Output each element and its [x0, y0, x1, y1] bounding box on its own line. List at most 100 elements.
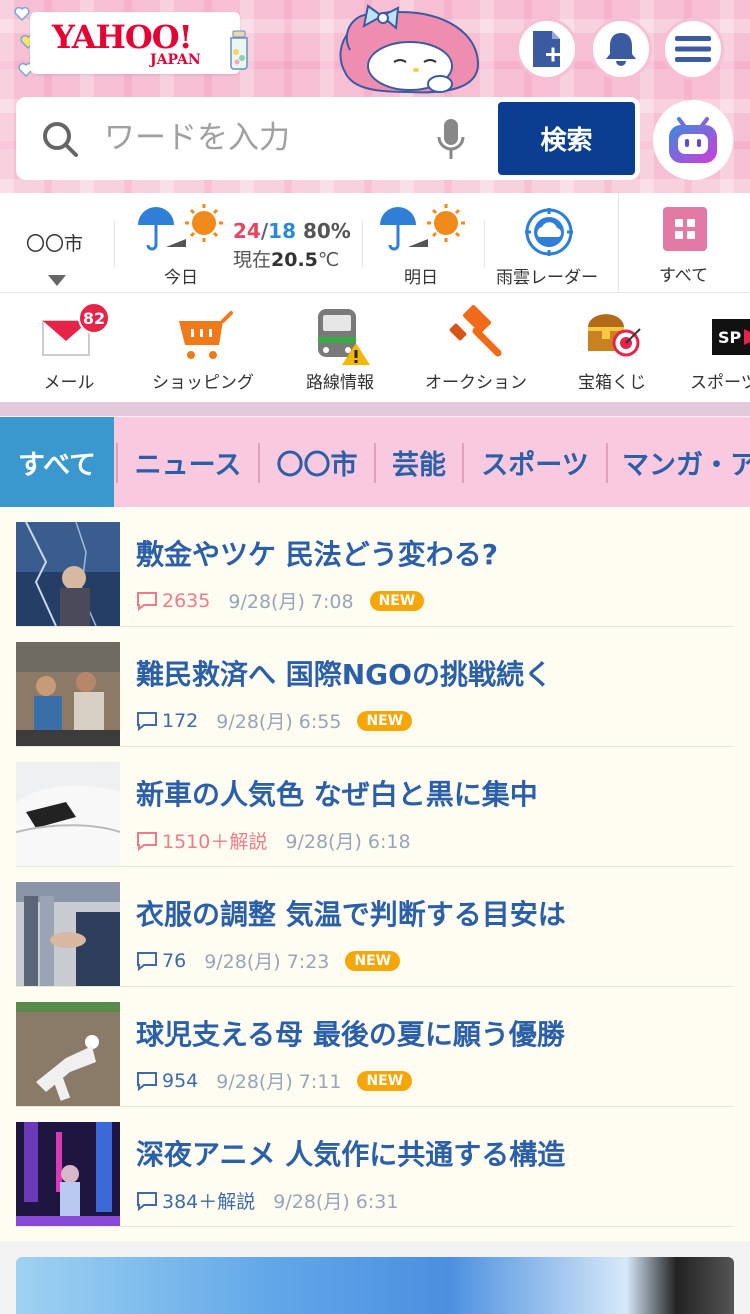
search-icon: [43, 122, 78, 157]
tab-entertainment[interactable]: 芸能: [376, 417, 462, 507]
news-title: 新車の人気色 なぜ白と黒に集中: [136, 778, 538, 811]
heart-decoration-icon: [14, 6, 30, 22]
news-meta: 384＋解説 9/28(月) 6:31: [136, 1187, 398, 1214]
tab-city[interactable]: 〇〇市: [260, 417, 374, 507]
service-label: ショッピング: [152, 373, 254, 393]
comment-value: 954: [162, 1069, 199, 1092]
shopping-cart-icon: [179, 311, 233, 359]
comment-count: 384＋解説: [136, 1187, 255, 1214]
tab-all[interactable]: すべて: [0, 417, 114, 507]
news-item[interactable]: 球児支える母 最後の夏に願う優勝 954 9/28(月) 7:11 NEW: [16, 987, 734, 1107]
service-auction[interactable]: オークション: [414, 293, 538, 403]
news-thumbnail: [16, 1002, 120, 1106]
assistant-button[interactable]: [653, 100, 733, 180]
news-title: 敷金やツケ 民法どう変わる?: [136, 538, 498, 571]
current-temp: 現在20.5℃: [233, 245, 339, 272]
document-add-icon: [533, 31, 560, 67]
service-shopping[interactable]: ショッピング: [140, 293, 266, 403]
comment-value: 2635: [162, 589, 211, 612]
menu-button[interactable]: [662, 18, 724, 80]
notification-button[interactable]: [590, 18, 652, 80]
news-title: 衣服の調整 気温で判断する目安は: [136, 898, 566, 931]
dropdown-arrow-icon: [48, 275, 66, 286]
news-item[interactable]: 深夜アニメ 人気作に共通する構造 384＋解説 9/28(月) 6:31: [16, 1107, 734, 1227]
news-title: 深夜アニメ 人気作に共通する構造: [136, 1138, 566, 1171]
logo-main-text: YAHOO!: [52, 18, 193, 56]
rain-then-sun-icon: [138, 204, 223, 251]
divider: [362, 221, 363, 267]
tab-manga[interactable]: マンガ・ア: [608, 417, 750, 507]
section-divider: [0, 402, 750, 416]
new-document-button[interactable]: [516, 18, 578, 80]
yahoo-logo[interactable]: YAHOO! JAPAN: [30, 12, 240, 74]
search-bar: 検索: [16, 97, 640, 180]
comment-count: 954: [136, 1070, 198, 1092]
news-time: 9/28(月) 6:31: [273, 1191, 399, 1213]
new-badge: NEW: [357, 710, 413, 731]
radar-icon: [525, 208, 573, 256]
page: YAHOO! JAPAN ワードを入力 検索 〇〇市 今日 24/18 80% …: [0, 0, 750, 1314]
current-value: 20.5: [271, 249, 318, 271]
news-list: 敷金やツケ 民法どう変わる? 2635 9/28(月) 7:08 NEW 難民救…: [0, 507, 750, 1241]
news-thumbnail: [16, 762, 120, 866]
low-temp: 18: [268, 219, 296, 243]
news-title: 球児支える母 最後の夏に願う優勝: [136, 1018, 565, 1051]
comment-icon: [137, 711, 157, 731]
news-thumbnail: [16, 642, 120, 746]
news-meta: 172 9/28(月) 6:55 NEW: [136, 707, 413, 734]
comment-icon: [137, 831, 157, 851]
tab-news[interactable]: ニュース: [118, 417, 258, 507]
service-transit[interactable]: 路線情報: [286, 293, 394, 403]
service-label: メール: [43, 373, 95, 393]
service-sports[interactable]: SP スポーツ: [690, 293, 750, 403]
ad-banner[interactable]: [16, 1257, 734, 1314]
news-time: 9/28(月) 6:18: [285, 831, 411, 853]
news-item[interactable]: 難民救済へ 国際NGOの挑戦続く 172 9/28(月) 6:55 NEW: [16, 627, 734, 747]
service-treasure[interactable]: 宝箱くじ: [558, 293, 666, 403]
category-tabs: すべて ニュース 〇〇市 芸能 スポーツ マンガ・ア: [0, 417, 750, 507]
comment-value: 384＋解説: [162, 1191, 256, 1213]
header: YAHOO! JAPAN ワードを入力 検索: [0, 0, 750, 193]
weather-bar: 〇〇市 今日 24/18 80% 現在20.5℃ 明日 雨雲レーダー すべて: [0, 193, 750, 293]
bottom-area: [0, 1241, 750, 1314]
new-badge: NEW: [345, 950, 401, 971]
precip-chance: 80%: [302, 219, 351, 243]
svg-text:SP: SP: [718, 328, 742, 347]
train-alert-icon: [318, 309, 370, 365]
news-item[interactable]: 新車の人気色 なぜ白と黒に集中 1510＋解説 9/28(月) 6:18: [16, 747, 734, 867]
services-bar: メール ショッピング 路線情報 オークション 宝箱くじ SP スポーツ: [0, 293, 750, 403]
radar-label: 雨雲レーダー: [496, 268, 598, 288]
news-meta: 2635 9/28(月) 7:08 NEW: [136, 587, 425, 614]
comment-icon: [137, 591, 157, 611]
tab-sports[interactable]: スポーツ: [464, 417, 606, 507]
logo-sub-text: JAPAN: [150, 52, 201, 68]
comment-count: 1510＋解説: [136, 827, 267, 854]
new-badge: NEW: [357, 1070, 413, 1091]
microphone-icon[interactable]: [436, 117, 466, 161]
bell-icon: [606, 33, 636, 66]
treasure-chest-icon: [588, 314, 641, 357]
news-time: 9/28(月) 7:08: [228, 591, 354, 613]
news-title: 難民救済へ 国際NGOの挑戦続く: [136, 658, 552, 691]
all-services-button[interactable]: すべて: [618, 193, 750, 293]
comment-value: 1510＋解説: [162, 831, 268, 853]
assistant-robot-icon: [669, 117, 717, 163]
grid-icon: [663, 207, 707, 251]
news-item[interactable]: 敷金やツケ 民法どう変わる? 2635 9/28(月) 7:08 NEW: [16, 507, 734, 627]
comment-count: 2635: [136, 590, 210, 612]
jar-icon: [230, 30, 248, 70]
news-item[interactable]: 衣服の調整 気温で判断する目安は 76 9/28(月) 7:23 NEW: [16, 867, 734, 987]
all-label: すべて: [659, 266, 709, 286]
today-label: 今日: [164, 268, 198, 288]
service-label: オークション: [425, 373, 527, 393]
divider: [114, 221, 115, 267]
search-input[interactable]: [104, 115, 434, 161]
comment-icon: [137, 1071, 157, 1091]
new-badge: NEW: [369, 590, 425, 611]
search-button[interactable]: 検索: [498, 102, 635, 175]
city-name: 〇〇市: [26, 233, 84, 255]
comment-value: 76: [162, 949, 187, 972]
hamburger-menu-icon: [675, 36, 711, 62]
gavel-icon: [449, 304, 502, 357]
service-label: 宝箱くじ: [578, 373, 646, 393]
